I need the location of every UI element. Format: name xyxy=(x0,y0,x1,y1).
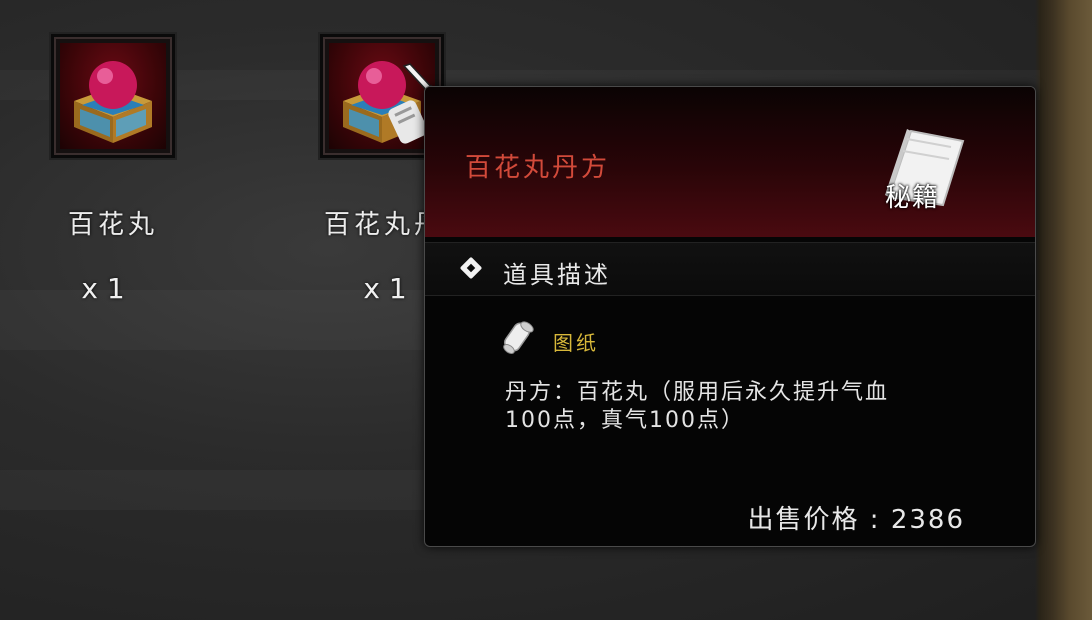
scroll-icon xyxy=(503,321,534,354)
manual-badge: 秘籍 xyxy=(871,119,971,219)
item-description: 丹方：百花丸（服用后永久提升气血 100点，真气100点） xyxy=(505,379,985,435)
manual-badge-label: 秘籍 xyxy=(885,183,940,213)
item-name: 百花丸 xyxy=(67,210,158,240)
section-label: 道具描述 xyxy=(503,261,611,289)
diamond-icon xyxy=(459,256,483,280)
item-tooltip: 百花丸丹方 秘籍 道具描述 图纸 丹方：百花丸（服用后永久提升气血 100点，真… xyxy=(424,86,1036,547)
price-separator: : xyxy=(859,505,891,535)
item-quantity: x 1 xyxy=(81,272,125,305)
item-type-label: 图纸 xyxy=(553,331,599,355)
price-label: 出售价格 xyxy=(747,505,860,535)
tooltip-header: 百花丸丹方 秘籍 xyxy=(425,87,1035,237)
pill-box-icon xyxy=(74,61,152,143)
description-line-2: 100点，真气100点） xyxy=(505,408,745,433)
description-line-1: 丹方：百花丸（服用后永久提升气血 xyxy=(505,380,890,405)
item-background xyxy=(60,43,166,149)
description-section-header: 道具描述 xyxy=(425,242,1035,296)
price-value: 2386 xyxy=(890,505,965,535)
inventory-slot-1[interactable]: 百花丸 x 1 xyxy=(43,28,183,318)
sell-price: 出售价格 : 2386 xyxy=(748,499,965,536)
item-frame[interactable] xyxy=(51,34,175,158)
tooltip-title: 百花丸丹方 xyxy=(465,153,611,183)
